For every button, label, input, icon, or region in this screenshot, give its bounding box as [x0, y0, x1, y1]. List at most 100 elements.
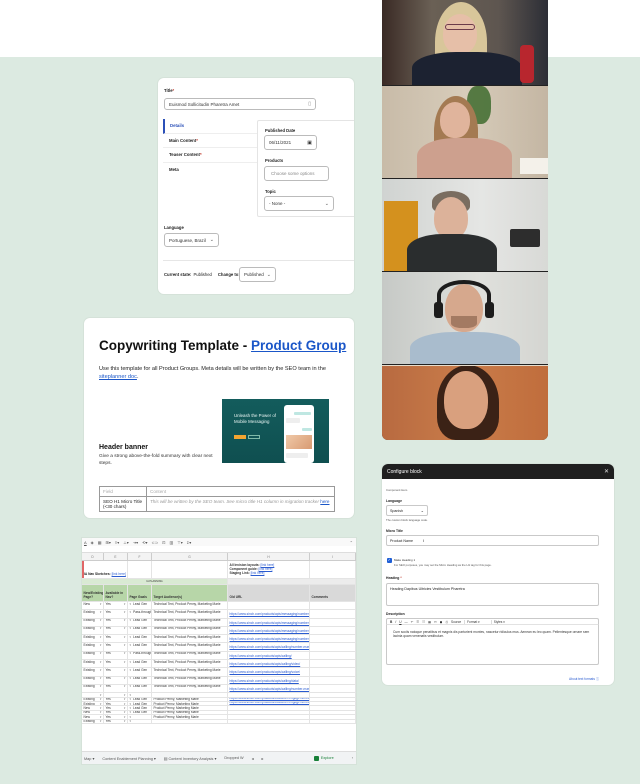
dropdown-arrow-icon[interactable]: ▾	[124, 677, 126, 681]
cell-nav[interactable]: Yes ▾	[104, 676, 128, 684]
cell-url[interactable]: https://www.sinch.com/products/apis/mess…	[228, 626, 310, 635]
tab-teaser-content[interactable]: Teaser Content *	[163, 148, 259, 163]
bullet-list-button[interactable]: ☰	[416, 620, 419, 624]
dropdown-arrow-icon[interactable]: ▾	[130, 668, 132, 672]
cell-audience[interactable]	[152, 719, 228, 723]
dropdown-arrow-icon[interactable]: ▾	[124, 635, 126, 640]
image-button[interactable]: ▦	[428, 620, 431, 624]
cell-url[interactable]: https://www.sinch.com/products/apis/call…	[228, 651, 310, 660]
italic-button[interactable]: I	[395, 620, 396, 624]
cell-comments[interactable]	[310, 635, 356, 643]
collapse-toolbar-icon[interactable]: ⌃	[350, 540, 353, 545]
dropdown-arrow-icon[interactable]: ▾	[124, 627, 126, 631]
close-icon[interactable]: ✕	[604, 468, 609, 475]
participant-tile-3[interactable]	[382, 179, 548, 271]
heading-textarea[interactable]: Heading Dapibus Ultricies Vestibulum Pha…	[386, 583, 599, 606]
comment-icon[interactable]: ⊡	[162, 540, 165, 545]
language-select[interactable]: Portuguese, Brazil ⌄	[164, 233, 219, 247]
about-text-formats-link[interactable]: About text formats ⓘ	[569, 676, 599, 681]
undo-button[interactable]: ↶	[411, 620, 414, 624]
link-button[interactable]: —	[405, 620, 408, 624]
cell-comments[interactable]	[310, 602, 356, 610]
cell-goal[interactable]: ▾ Lead Gen	[128, 626, 152, 635]
cell-comments[interactable]	[310, 676, 356, 684]
cell-status[interactable]: Existing ▾	[82, 697, 104, 702]
tab-meta[interactable]: Meta	[163, 163, 259, 178]
dropdown-arrow-icon[interactable]: ▾	[100, 619, 102, 623]
cell-nav[interactable]: Yes ▾	[104, 697, 128, 702]
cell-audience[interactable]: Technical Text, Product Penny, Marketing…	[152, 676, 228, 684]
sheet-header-cell[interactable]: Target Audience(s)	[152, 585, 228, 601]
staging-link[interactable]: [link here]	[251, 571, 265, 575]
dropdown-arrow-icon[interactable]: ▾	[124, 643, 126, 648]
dropdown-arrow-icon[interactable]: ▾	[100, 706, 102, 710]
dropdown-arrow-icon[interactable]: ▾	[124, 660, 126, 665]
dropdown-arrow-icon[interactable]: ▾	[124, 610, 126, 615]
format-dropdown[interactable]: Format ▾	[464, 619, 488, 624]
cell-audience[interactable]: Technical Text, Product Penny, Marketing…	[152, 602, 228, 610]
dropdown-arrow-icon[interactable]: ▾	[130, 715, 132, 718]
functions-icon[interactable]: Σ▾	[187, 540, 191, 545]
migration-tracker-link[interactable]: here	[320, 499, 329, 504]
change-to-select[interactable]: Published ⌄	[239, 267, 276, 282]
cell-audience[interactable]: Technical Text, Product Penny, Marketing…	[152, 684, 228, 693]
cell-audience[interactable]: Technical Text, Product Penny, Marketing…	[152, 626, 228, 635]
cell-comments[interactable]	[310, 668, 356, 676]
cell-nav[interactable]: Yes ▾	[104, 618, 128, 626]
cell-nav[interactable]: Yes ▾	[104, 626, 128, 635]
cell-goal[interactable]: ▾Pass-through / Overview	[128, 651, 152, 660]
column-header[interactable]: H	[228, 553, 310, 560]
cell-url[interactable]	[228, 693, 310, 697]
dropdown-arrow-icon[interactable]: ▾	[124, 715, 126, 719]
sheet-header-cell[interactable]: Comments	[310, 585, 356, 601]
fill-color-icon[interactable]: ◈	[91, 540, 94, 545]
cell-status[interactable]: Existing ▾	[82, 660, 104, 668]
embed-button[interactable]: ⚯	[434, 620, 437, 624]
dropdown-arrow-icon[interactable]: ▾	[100, 720, 102, 723]
dropdown-arrow-icon[interactable]: ▾	[124, 619, 126, 623]
cell-goal[interactable]: ▾ Lead Gen	[128, 676, 152, 684]
dropdown-arrow-icon[interactable]: ▾	[130, 677, 132, 681]
ia-nav-link[interactable]: [link here]	[112, 572, 126, 576]
cell-status[interactable]: ▾	[82, 693, 104, 697]
cell-comments[interactable]	[310, 643, 356, 651]
cell-comments[interactable]	[310, 618, 356, 626]
cell-audience[interactable]: Technical Text, Product Penny, Marketing…	[152, 643, 228, 651]
dropdown-arrow-icon[interactable]: ▾	[100, 677, 102, 681]
participant-tile-1[interactable]	[382, 0, 548, 85]
dropdown-arrow-icon[interactable]: ▾	[124, 693, 126, 697]
dropdown-arrow-icon[interactable]: ▾	[100, 660, 102, 665]
dropdown-arrow-icon[interactable]: ▾	[130, 685, 132, 689]
dropdown-arrow-icon[interactable]: ▾	[100, 698, 102, 701]
cell-nav[interactable]: Yes ▾	[104, 643, 128, 651]
cell-goal[interactable]: ▾	[128, 715, 152, 719]
cell-url[interactable]	[228, 719, 310, 723]
cell-goal[interactable]: ▾ Lead Gen	[128, 697, 152, 702]
filter-icon[interactable]: ⊤▾	[177, 540, 183, 545]
calendar-icon[interactable]: ▣	[307, 140, 312, 146]
cell-audience[interactable]: Technical Text, Product Penny, Marketing…	[152, 668, 228, 676]
dropdown-arrow-icon[interactable]: ▾	[130, 702, 132, 705]
cell-url[interactable]: https://www.sinch.com/products/apis/call…	[228, 676, 310, 684]
cell-comments[interactable]	[310, 651, 356, 660]
topic-select[interactable]: - None - ⌄	[264, 196, 334, 211]
cell-audience[interactable]	[152, 693, 228, 697]
cell-url[interactable]	[228, 710, 310, 715]
dropdown-arrow-icon[interactable]: ▾	[124, 685, 126, 689]
cell-nav[interactable]: Yes ▾	[104, 602, 128, 610]
dropdown-arrow-icon[interactable]: ▾	[130, 627, 132, 631]
cell-goal[interactable]: ▾ Lead Gen	[128, 660, 152, 668]
cell-status[interactable]: Existing ▾	[82, 618, 104, 626]
cell-comments[interactable]	[310, 697, 356, 702]
cell-status[interactable]: Existing ▾	[82, 719, 104, 723]
cell-status[interactable]: New ▾	[82, 706, 104, 710]
cell-goal[interactable]: ▾ Lead Gen	[128, 635, 152, 643]
bold-button[interactable]: B	[390, 620, 392, 624]
dropdown-arrow-icon[interactable]: ▾	[100, 702, 102, 706]
cell-goal[interactable]: ▾ Lead Gen	[128, 702, 152, 706]
cell-goal[interactable]: ▾ Lead Gen	[128, 602, 152, 610]
dropdown-arrow-icon[interactable]: ▾	[130, 720, 132, 723]
dropdown-arrow-icon[interactable]: ▾	[130, 698, 132, 701]
cell-goal[interactable]: ▾	[128, 719, 152, 723]
dropdown-arrow-icon[interactable]: ▾	[100, 610, 102, 615]
